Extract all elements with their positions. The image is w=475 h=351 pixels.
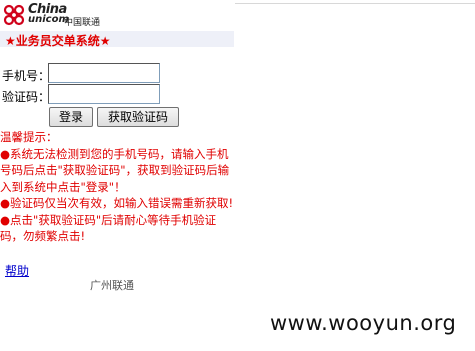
footer-text: 广州联通 xyxy=(90,279,134,292)
get-code-button[interactable]: 获取验证码 xyxy=(97,107,179,127)
top-divider xyxy=(235,0,475,4)
logo-text-unicom: unicom xyxy=(28,14,69,25)
logo-text-chinese: 中国联通 xyxy=(64,18,101,28)
code-input[interactable] xyxy=(48,84,160,104)
watermark: www.wooyun.org xyxy=(270,311,457,335)
unicom-knot-icon xyxy=(3,4,25,26)
tip-item: ●验证码仅当次有效，如输入错误需重新获取! xyxy=(0,196,234,210)
phone-label: 手机号： xyxy=(2,69,51,83)
system-title-bar: ★业务员交单系统★ xyxy=(0,31,234,48)
phone-input[interactable] xyxy=(48,63,160,83)
help-link[interactable]: 帮助 xyxy=(5,262,29,279)
china-unicom-logo: China unicom 中国联通 xyxy=(2,2,112,28)
code-label: 验证码： xyxy=(2,90,51,104)
system-title: ★业务员交单系统★ xyxy=(5,34,111,48)
login-button[interactable]: 登录 xyxy=(49,107,93,127)
tips-section: 温馨提示： ●系统无法检测到您的手机号码，请输入手机号码后点击"获取验证码"，获… xyxy=(0,129,235,245)
tips-header: 温馨提示： xyxy=(0,130,58,144)
tip-item: ●点击"获取验证码"后请耐心等待手机验证码，勿频繁点击! xyxy=(0,212,217,244)
tip-item: ●系统无法检测到您的手机号码，请输入手机号码后点击"获取验证码"，获取到验证码后… xyxy=(0,146,230,194)
